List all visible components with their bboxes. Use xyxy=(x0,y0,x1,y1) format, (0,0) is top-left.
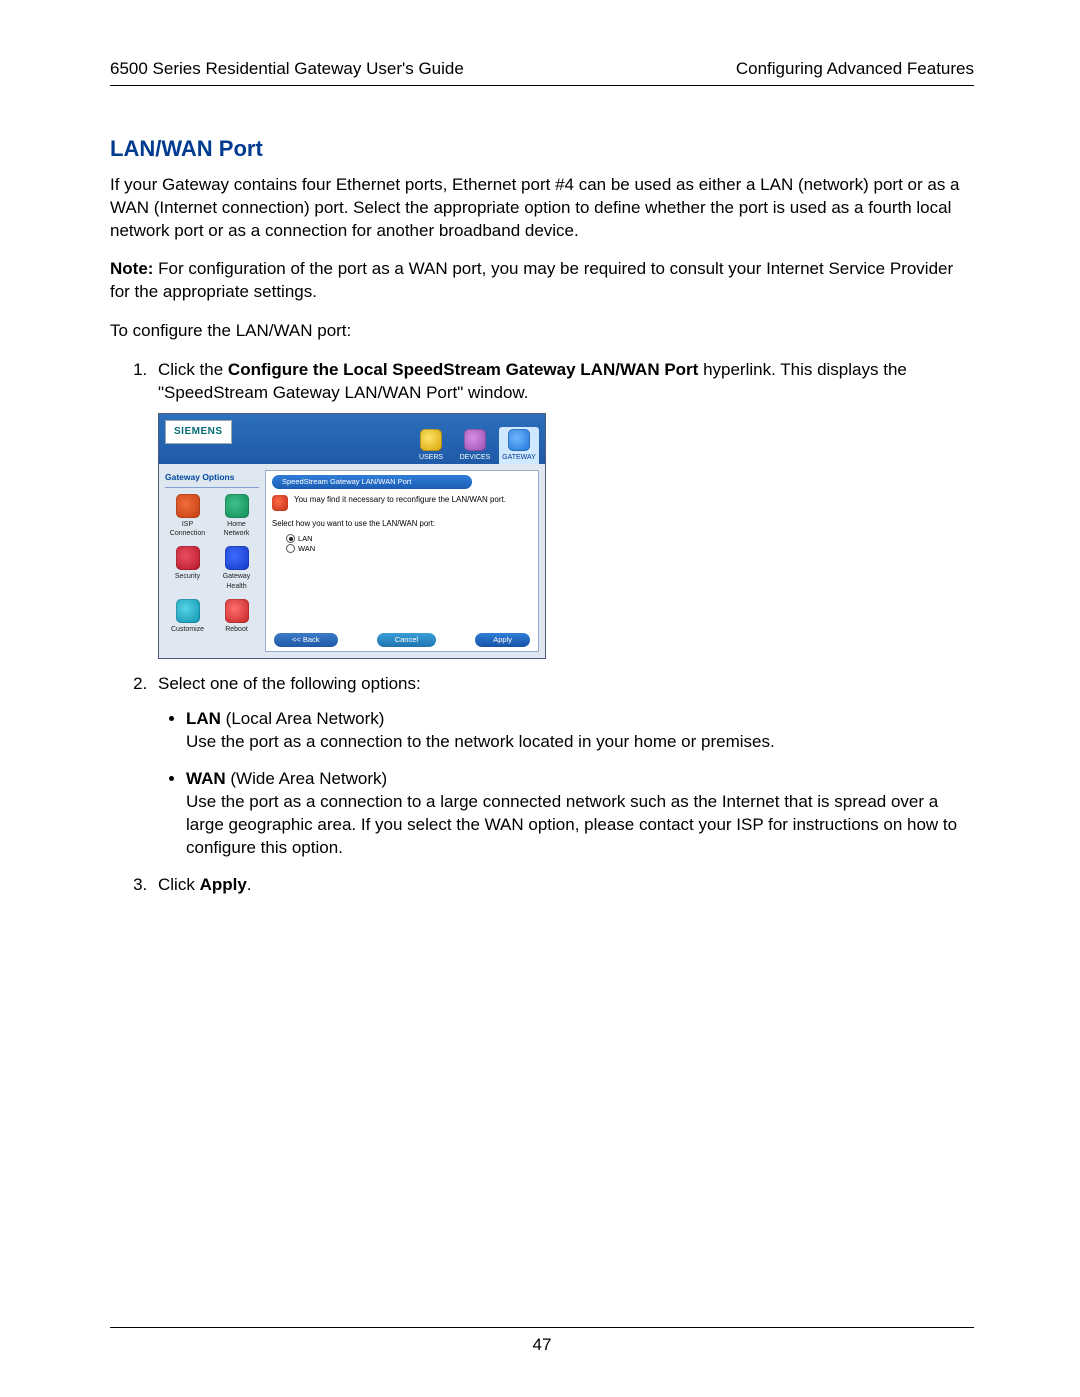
note-label: Note: xyxy=(110,259,153,278)
screenshot-sidebar: Gateway Options ISP Connection Home Netw… xyxy=(159,464,265,658)
sidebar-reboot-label: Reboot xyxy=(225,626,248,633)
customize-icon xyxy=(176,599,200,623)
to-configure-line: To configure the LAN/WAN port: xyxy=(110,320,974,343)
section-heading: LAN/WAN Port xyxy=(110,134,974,164)
step-2: Select one of the following options: LAN… xyxy=(152,673,974,860)
intro-paragraph: If your Gateway contains four Ethernet p… xyxy=(110,174,974,243)
step3-post: . xyxy=(247,875,252,894)
header-right: Configuring Advanced Features xyxy=(736,58,974,81)
info-icon xyxy=(272,495,288,511)
panel-info-text: You may find it necessary to reconfigure… xyxy=(294,495,506,506)
gateway-health-icon xyxy=(225,546,249,570)
sidebar-health-label: Gateway Health xyxy=(223,573,251,589)
sidebar-item-health[interactable]: Gateway Health xyxy=(214,546,259,591)
sidebar-home-label: Home Network xyxy=(224,521,250,537)
tab-devices-label: DEVICES xyxy=(460,454,491,461)
sidebar-item-home[interactable]: Home Network xyxy=(214,494,259,539)
select-how-label: Select how you want to use the LAN/WAN p… xyxy=(272,519,532,530)
cancel-button[interactable]: Cancel xyxy=(377,633,436,647)
radio-lan-label: LAN xyxy=(298,534,313,544)
screenshot-main-panel: SpeedStream Gateway LAN/WAN Port You may… xyxy=(265,470,539,652)
radio-wan[interactable] xyxy=(286,544,295,553)
siemens-logo: SIEMENS xyxy=(165,420,232,444)
radio-lan-row[interactable]: LAN xyxy=(286,534,532,544)
tab-users-label: USERS xyxy=(419,454,443,461)
sidebar-item-customize[interactable]: Customize xyxy=(165,599,210,634)
gateway-icon xyxy=(508,429,530,451)
step3-pre: Click xyxy=(158,875,200,894)
devices-icon xyxy=(464,429,486,451)
page-number: 47 xyxy=(533,1335,552,1354)
option-wan: WAN (Wide Area Network) Use the port as … xyxy=(186,768,974,860)
tab-devices[interactable]: DEVICES xyxy=(455,429,495,464)
reboot-icon xyxy=(225,599,249,623)
radio-lan[interactable] xyxy=(286,534,295,543)
lan-body: Use the port as a connection to the netw… xyxy=(186,732,775,751)
tab-users[interactable]: USERS xyxy=(411,429,451,464)
step3-apply-word: Apply xyxy=(200,875,247,894)
back-button[interactable]: << Back xyxy=(274,633,338,647)
sidebar-security-label: Security xyxy=(175,573,200,580)
screenshot-topbar: SIEMENS USERS DEVICES GATEWAY xyxy=(159,414,545,464)
sidebar-header: Gateway Options xyxy=(165,472,259,487)
apply-button[interactable]: Apply xyxy=(475,633,530,647)
security-icon xyxy=(176,546,200,570)
wan-bold: WAN xyxy=(186,769,226,788)
note-body: For configuration of the port as a WAN p… xyxy=(110,259,953,301)
tab-gateway-label: GATEWAY xyxy=(502,454,536,461)
step2-intro: Select one of the following options: xyxy=(158,674,421,693)
step1-link-text: Configure the Local SpeedStream Gateway … xyxy=(228,360,698,379)
radio-wan-label: WAN xyxy=(298,544,315,554)
embedded-screenshot: SIEMENS USERS DEVICES GATEWAY xyxy=(158,413,546,659)
panel-title-pill: SpeedStream Gateway LAN/WAN Port xyxy=(272,475,472,489)
wan-body: Use the port as a connection to a large … xyxy=(186,792,957,857)
sidebar-item-isp[interactable]: ISP Connection xyxy=(165,494,210,539)
home-network-icon xyxy=(225,494,249,518)
isp-icon xyxy=(176,494,200,518)
radio-wan-row[interactable]: WAN xyxy=(286,544,532,554)
sidebar-isp-label: ISP Connection xyxy=(170,521,205,537)
step-1: Click the Configure the Local SpeedStrea… xyxy=(152,359,974,659)
lan-paren: (Local Area Network) xyxy=(221,709,384,728)
step1-pre: Click the xyxy=(158,360,228,379)
header-left: 6500 Series Residential Gateway User's G… xyxy=(110,58,464,81)
tab-gateway[interactable]: GATEWAY xyxy=(499,427,539,464)
step-3: Click Apply. xyxy=(152,874,974,897)
sidebar-customize-label: Customize xyxy=(171,626,204,633)
lan-bold: LAN xyxy=(186,709,221,728)
sidebar-item-security[interactable]: Security xyxy=(165,546,210,591)
users-icon xyxy=(420,429,442,451)
wan-paren: (Wide Area Network) xyxy=(226,769,388,788)
sidebar-item-reboot[interactable]: Reboot xyxy=(214,599,259,634)
note-paragraph: Note: For configuration of the port as a… xyxy=(110,258,974,304)
option-lan: LAN (Local Area Network) Use the port as… xyxy=(186,708,974,754)
